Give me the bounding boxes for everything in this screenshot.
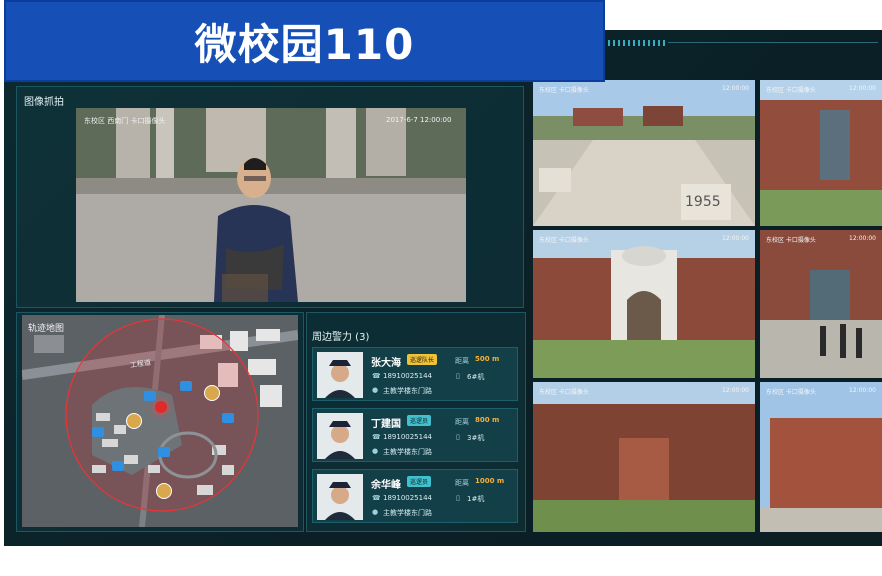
camera-label: 东校区 卡口摄像头 xyxy=(539,389,589,396)
trajectory-map[interactable]: 轨迹地图 工程道 xyxy=(22,315,298,527)
title-banner: 微校园110 xyxy=(4,0,605,82)
location-pin-icon: ● xyxy=(372,447,379,455)
phone-icon: ☎ xyxy=(372,433,381,441)
officer-distance: 1000 m xyxy=(475,477,505,485)
phone-icon: ☎ xyxy=(372,494,381,502)
radio-icon: ▯ xyxy=(456,433,460,441)
officer-phone: 18910025144 xyxy=(383,372,432,380)
camera-time: 12:00:00 xyxy=(722,387,749,394)
camera-marker-icon[interactable] xyxy=(144,391,156,401)
capture-timestamp: 2017-6-7 12:00:00 xyxy=(386,116,452,124)
camera-feed[interactable]: 1955 东校区 卡口摄像头 12:00:00 xyxy=(533,80,755,226)
distance-label: 距离 xyxy=(455,418,469,426)
officer-distance: 800 m xyxy=(475,416,500,424)
camera-time: 12:00:00 xyxy=(722,235,749,242)
radio-icon: ▯ xyxy=(456,372,460,380)
camera-time: 12:00:00 xyxy=(849,235,876,242)
officer-device: 6#机 xyxy=(467,373,485,381)
camera-view: 1955 xyxy=(533,80,755,226)
distance-label: 距离 xyxy=(455,479,469,487)
officer-avatar xyxy=(317,352,363,398)
officer-avatar xyxy=(317,474,363,520)
camera-view xyxy=(533,230,755,378)
header-divider xyxy=(668,42,878,43)
camera-view xyxy=(760,80,882,226)
officer-name: 张大海 xyxy=(371,358,401,369)
officer-marker-icon[interactable] xyxy=(126,413,142,429)
officer-role-badge: 巡逻员 xyxy=(407,415,432,426)
monument-text: 1955 xyxy=(685,194,721,210)
alert-marker-icon[interactable] xyxy=(155,401,167,413)
camera-time: 12:00:00 xyxy=(849,387,876,394)
camera-marker-icon[interactable] xyxy=(92,427,104,437)
radio-icon: ▯ xyxy=(456,494,460,502)
camera-feed[interactable]: 东校区 卡口摄像头 12:00:00 xyxy=(533,230,755,378)
officer-location: 主教学楼东门路 xyxy=(383,387,432,395)
camera-label: 东校区 卡口摄像头 xyxy=(766,389,816,396)
capture-panel-title: 图像抓拍 xyxy=(24,97,64,108)
camera-marker-icon[interactable] xyxy=(222,413,234,423)
camera-label: 东校区 卡口摄像头 xyxy=(766,237,816,244)
camera-time: 12:00:00 xyxy=(722,85,749,92)
distance-label: 距离 xyxy=(455,357,469,365)
officer-card[interactable]: 张大海 巡逻队长 距离 500 m ☎ 18910025144 ▯ 6#机 ● … xyxy=(312,347,518,401)
camera-label: 东校区 卡口摄像头 xyxy=(539,87,589,94)
officer-card[interactable]: 余华峰 巡逻员 距离 1000 m ☎ 18910025144 ▯ 1#机 ● … xyxy=(312,469,518,523)
camera-marker-icon[interactable] xyxy=(112,461,124,471)
header-decoration xyxy=(608,40,668,46)
camera-marker-icon[interactable] xyxy=(180,381,192,391)
capture-location: 东校区 西南门 卡口摄像头 xyxy=(84,117,166,125)
officer-marker-icon[interactable] xyxy=(204,385,220,401)
officer-phone: 18910025144 xyxy=(383,433,432,441)
officer-location: 主教学楼东门路 xyxy=(383,509,432,517)
camera-feed[interactable]: 东校区 卡口摄像头 12:00:00 xyxy=(533,382,755,532)
location-pin-icon: ● xyxy=(372,508,379,516)
camera-feed[interactable]: 东校区 卡口摄像头 12:00:00 xyxy=(760,230,882,378)
phone-icon: ☎ xyxy=(372,372,381,380)
officer-device: 1#机 xyxy=(467,495,485,503)
camera-label: 东校区 卡口摄像头 xyxy=(766,87,816,94)
officer-role-badge: 巡逻员 xyxy=(407,476,432,487)
location-pin-icon: ● xyxy=(372,386,379,394)
camera-time: 12:00:00 xyxy=(849,85,876,92)
camera-label: 东校区 卡口摄像头 xyxy=(539,237,589,244)
camera-feed[interactable]: 东校区 卡口摄像头 12:00:00 xyxy=(760,80,882,226)
officer-device: 3#机 xyxy=(467,434,485,442)
officers-title: 周边警力 (3) xyxy=(312,332,370,343)
officer-phone: 18910025144 xyxy=(383,494,432,502)
camera-view xyxy=(533,382,755,532)
camera-view xyxy=(760,230,882,378)
capture-photo-illustration xyxy=(76,108,466,302)
officer-marker-icon[interactable] xyxy=(156,483,172,499)
captured-image[interactable]: 东校区 西南门 卡口摄像头 2017-6-7 12:00:00 xyxy=(76,108,466,302)
officer-name: 丁建国 xyxy=(371,419,401,430)
officer-distance: 500 m xyxy=(475,355,500,363)
camera-marker-icon[interactable] xyxy=(158,447,170,457)
camera-view xyxy=(760,382,882,532)
officer-name: 余华峰 xyxy=(371,480,401,491)
officer-role-badge: 巡逻队长 xyxy=(407,354,438,365)
camera-feed[interactable]: 东校区 卡口摄像头 12:00:00 xyxy=(760,382,882,532)
map-title: 轨迹地图 xyxy=(28,324,65,334)
banner-title: 微校园110 xyxy=(194,19,415,69)
officer-card[interactable]: 丁建国 巡逻员 距离 800 m ☎ 18910025144 ▯ 3#机 ● 主… xyxy=(312,408,518,462)
officer-avatar xyxy=(317,413,363,459)
officer-location: 主教学楼东门路 xyxy=(383,448,432,456)
